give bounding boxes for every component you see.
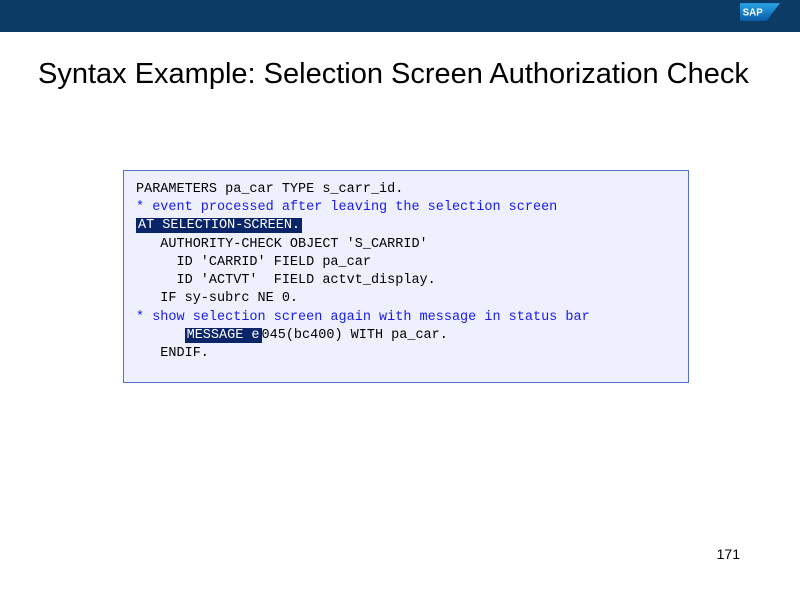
code-line: IF sy-subrc NE 0. (136, 290, 676, 308)
indent (136, 328, 185, 343)
code-line: MESSAGE e045(bc400) WITH pa_car. (136, 327, 676, 345)
code-line: AT SELECTION-SCREEN. (136, 217, 676, 235)
code-text: 045(bc400) WITH pa_car. (262, 328, 448, 343)
code-comment: * event processed after leaving the sele… (136, 199, 676, 217)
code-line: PARAMETERS pa_car TYPE s_carr_id. (136, 181, 676, 199)
code-line: ID 'CARRID' FIELD pa_car (136, 254, 676, 272)
svg-text:SAP: SAP (743, 7, 764, 18)
code-line: ENDIF. (136, 345, 676, 363)
header-bar: SAP (0, 0, 800, 28)
header-accent-line (0, 28, 800, 32)
keyword-highlight: AT SELECTION-SCREEN. (136, 218, 302, 233)
code-comment: * show selection screen again with messa… (136, 309, 676, 327)
code-line: AUTHORITY-CHECK OBJECT 'S_CARRID' (136, 236, 676, 254)
page-number: 171 (717, 546, 740, 562)
code-line: ID 'ACTVT' FIELD actvt_display. (136, 272, 676, 290)
sap-logo: SAP (740, 3, 780, 26)
slide-title: Syntax Example: Selection Screen Authori… (38, 56, 762, 92)
keyword-highlight: MESSAGE e (185, 328, 262, 343)
code-example-box: PARAMETERS pa_car TYPE s_carr_id. * even… (123, 170, 689, 383)
